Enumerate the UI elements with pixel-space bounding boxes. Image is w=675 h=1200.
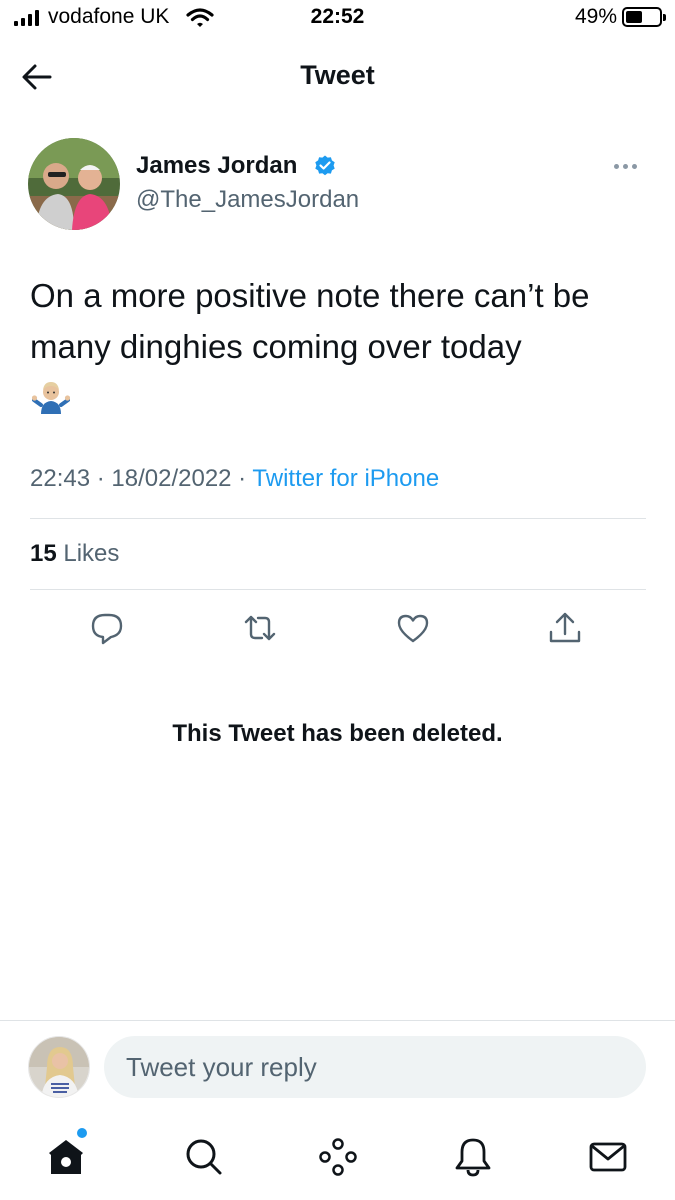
meta-separator: · (231, 465, 253, 492)
tweet-date: 18/02/2022 (111, 465, 232, 492)
tweet-text: On a more positive note there can’t be m… (30, 277, 590, 365)
deleted-tweet-notice: This Tweet has been deleted. (172, 720, 503, 747)
reply-input[interactable] (104, 1036, 646, 1098)
battery-percent: 49% (574, 5, 617, 28)
share-icon[interactable] (547, 610, 583, 646)
tweet-source-link[interactable]: Twitter for iPhone (252, 465, 439, 492)
notifications-bell-icon[interactable] (452, 1136, 494, 1178)
battery-icon (622, 7, 666, 27)
meta-separator: · (90, 465, 112, 492)
more-options-icon[interactable] (614, 164, 637, 169)
home-notification-dot (77, 1128, 87, 1138)
verified-badge-icon (315, 155, 335, 176)
author-handle[interactable]: @The_JamesJordan (136, 186, 359, 214)
top-nav: Tweet (0, 50, 675, 102)
page-title: Tweet (300, 60, 375, 90)
likes-label: Likes (63, 540, 120, 567)
divider (30, 518, 646, 519)
status-time: 22:52 (310, 5, 365, 28)
status-bar: vodafone UK 22:52 49% (0, 0, 675, 40)
reply-icon[interactable] (89, 610, 125, 646)
author-name[interactable]: James Jordan (136, 152, 297, 180)
retweet-icon[interactable] (242, 610, 278, 646)
likes-number: 15 (30, 540, 57, 567)
like-heart-icon[interactable] (395, 610, 431, 646)
home-icon[interactable] (45, 1136, 87, 1178)
divider (30, 589, 646, 590)
spaces-icon[interactable] (317, 1136, 359, 1178)
author-avatar[interactable] (28, 138, 120, 230)
search-icon[interactable] (183, 1136, 225, 1178)
person-shrugging-emoji-icon (32, 382, 70, 414)
reply-bar-divider (0, 1020, 675, 1021)
tweet-time: 22:43 (30, 465, 91, 492)
tweet-meta: 22:43 · 18/02/2022 · Twitter for iPhone (30, 465, 439, 493)
user-avatar[interactable] (28, 1036, 90, 1098)
likes-count[interactable]: 15 Likes (30, 540, 119, 568)
messages-mail-icon[interactable] (587, 1136, 629, 1178)
